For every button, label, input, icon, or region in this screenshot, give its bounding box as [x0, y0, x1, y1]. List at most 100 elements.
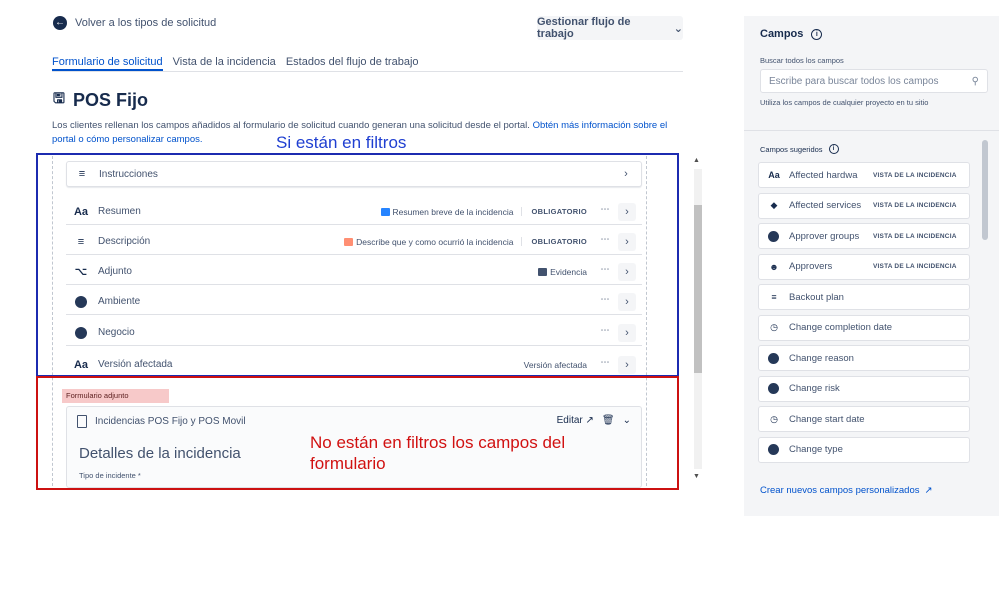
- search-label: Buscar todos los campos: [760, 56, 844, 65]
- suggested-field-change-completion-date[interactable]: ◷ Change completion date: [758, 314, 970, 341]
- more-icon[interactable]: ⋯: [595, 357, 615, 373]
- camera-emoji-icon: [538, 267, 548, 276]
- pencil-emoji-icon: [344, 237, 354, 246]
- tab-workflow-states[interactable]: Estados del flujo de trabajo: [286, 50, 419, 71]
- suggested-field-label: Change start date: [789, 413, 865, 425]
- field-hint: Describe que y como ocurrió la incidenci…: [344, 237, 513, 247]
- info-icon[interactable]: i: [828, 144, 839, 154]
- issue-view-tag: VISTA DE LA INCIDENCIA: [873, 202, 957, 209]
- panel-title: Campos i: [760, 28, 823, 40]
- suggested-title-text: Campos sugeridos: [760, 144, 823, 154]
- arrow-left-icon: ←: [53, 16, 67, 30]
- attached-form-name: Incidencias POS Fijo y POS Movil: [95, 416, 246, 427]
- suggested-field-affected-hardware[interactable]: Aa Affected hardwa VISTA DE LA INCIDENCI…: [758, 162, 970, 188]
- search-field[interactable]: ⚲: [760, 69, 988, 93]
- lines-icon: ≡: [771, 292, 777, 302]
- attached-form-actions: Editar ↗ 🗑 ⌄: [557, 415, 631, 426]
- attached-form-header: Incidencias POS Fijo y POS Movil: [77, 415, 246, 428]
- issue-view-tag: VISTA DE LA INCIDENCIA: [873, 171, 957, 179]
- tab-issue-view[interactable]: Vista de la incidencia: [173, 50, 276, 71]
- panel-divider: [744, 130, 999, 131]
- annotation-blue-note: Si están en filtros: [276, 133, 407, 152]
- suggested-field-approvers[interactable]: ☻ Approvers VISTA DE LA INCIDENCIA: [758, 253, 970, 280]
- attached-form-tag: Formulario adjunto: [62, 389, 169, 403]
- form-scrollbar[interactable]: ▲ ▼: [690, 155, 706, 485]
- suggested-field-change-start-date[interactable]: ◷ Change start date: [758, 406, 970, 432]
- suggested-field-affected-services[interactable]: ◆ Affected services VISTA DE LA INCIDENC…: [758, 192, 970, 219]
- info-icon[interactable]: i: [811, 28, 823, 40]
- field-label: Resumen: [98, 206, 141, 217]
- field-hint: Resumen breve de la incidencia: [380, 207, 513, 217]
- suggested-field-label: Approver groups: [789, 230, 860, 242]
- lines-icon: ≡: [78, 168, 86, 180]
- dropdown-icon: [768, 444, 779, 455]
- form-first-field-label: Tipo de incidente *: [79, 471, 141, 480]
- field-label: Negocio: [98, 327, 135, 338]
- required-badge: OBLIGATORIO: [521, 207, 587, 216]
- edit-label: Editar: [556, 415, 583, 426]
- search-input[interactable]: [769, 75, 959, 87]
- field-label: Adjunto: [98, 266, 132, 277]
- chevron-right-icon[interactable]: ›: [618, 355, 636, 374]
- dropdown-icon: [768, 383, 779, 394]
- annotation-red-note: No están en filtros los campos del formu…: [310, 433, 566, 473]
- more-icon[interactable]: ⋯: [595, 204, 615, 220]
- request-form-editor: ← Volver a los tipos de solicitud Gestio…: [0, 0, 720, 592]
- suggested-field-change-type[interactable]: Change type: [758, 436, 970, 463]
- field-row-negocio[interactable]: Negocio ⋯ ›: [66, 320, 642, 346]
- more-icon[interactable]: ⋯: [595, 325, 615, 341]
- suggested-field-change-reason[interactable]: Change reason: [758, 345, 970, 371]
- more-icon[interactable]: ⋯: [595, 234, 615, 250]
- field-hint: Evidencia: [538, 267, 587, 277]
- tab-request-form[interactable]: Formulario de solicitud: [52, 50, 163, 71]
- chevron-right-icon[interactable]: ›: [618, 202, 636, 221]
- more-icon[interactable]: ⋯: [595, 294, 615, 310]
- suggested-field-label: Backout plan: [789, 291, 844, 303]
- field-row-resumen[interactable]: Aa Resumen Resumen breve de la incidenci…: [66, 199, 642, 225]
- chevron-right-icon[interactable]: ›: [618, 323, 636, 342]
- field-label: Ambiente: [98, 296, 141, 307]
- suggested-field-backout-plan[interactable]: ≡ Backout plan: [758, 284, 970, 310]
- required-badge: OBLIGATORIO: [521, 237, 587, 246]
- back-link[interactable]: ← Volver a los tipos de solicitud: [53, 16, 216, 30]
- scroll-down-icon[interactable]: ▼: [693, 473, 700, 480]
- text-icon: Aa: [73, 205, 89, 218]
- external-link-icon: ↗: [585, 415, 594, 426]
- trash-icon[interactable]: 🗑: [602, 415, 615, 426]
- text-icon: Aa: [73, 358, 89, 371]
- manage-workflow-button[interactable]: Gestionar flujo de trabajo ⌄: [537, 16, 683, 40]
- description-text: Los clientes rellenan los campos añadido…: [52, 120, 530, 131]
- field-row-adjunto[interactable]: ⌥ Adjunto Evidencia ⋯ ›: [66, 259, 642, 285]
- dropdown-icon: [75, 326, 87, 339]
- scrollbar-thumb[interactable]: [694, 205, 702, 373]
- panel-scrollbar[interactable]: [982, 140, 988, 240]
- chevron-right-icon[interactable]: ›: [617, 165, 635, 183]
- suggested-field-label: Affected hardwa: [789, 169, 858, 181]
- suggested-field-label: Change completion date: [789, 322, 892, 333]
- edit-form-link[interactable]: Editar ↗: [557, 415, 594, 426]
- search-icon: ⚲: [971, 75, 979, 87]
- chevron-right-icon[interactable]: ›: [618, 232, 636, 251]
- chevron-right-icon[interactable]: ›: [618, 262, 636, 281]
- more-icon[interactable]: ⋯: [595, 264, 615, 280]
- field-row-instrucciones[interactable]: ≡ Instrucciones ›: [66, 161, 642, 187]
- field-hint-text: Describe que y como ocurrió la incidenci…: [356, 236, 514, 247]
- suggested-field-change-risk[interactable]: Change risk: [758, 375, 970, 402]
- search-help: Utiliza los campos de cualquier proyecto…: [760, 98, 929, 107]
- chevron-right-icon[interactable]: ›: [618, 292, 636, 311]
- chevron-down-icon[interactable]: ⌄: [623, 415, 631, 426]
- summary-emoji-icon: [380, 207, 390, 216]
- issue-view-tag: VISTA DE LA INCIDENCIA: [873, 263, 957, 270]
- field-row-version-afectada[interactable]: Aa Versión afectada Versión afectada ⋯ ›: [66, 352, 642, 378]
- fields-panel: Campos i Buscar todos los campos ⚲ Utili…: [744, 16, 999, 516]
- text-icon: Aa: [768, 170, 780, 180]
- clock-icon: ◷: [770, 322, 778, 332]
- suggested-field-approver-groups[interactable]: Approver groups VISTA DE LA INCIDENCIA: [758, 223, 970, 249]
- field-row-ambiente[interactable]: Ambiente ⋯ ›: [66, 289, 642, 315]
- scroll-up-icon[interactable]: ▲: [693, 157, 700, 164]
- create-custom-fields-link[interactable]: Crear nuevos campos personalizados ↗: [760, 485, 932, 496]
- field-row-descripcion[interactable]: ≡ Descripción Describe que y como ocurri…: [66, 229, 642, 255]
- issue-view-tag: VISTA DE LA INCIDENCIA: [873, 232, 957, 240]
- form-section-title: Detalles de la incidencia: [79, 445, 241, 462]
- manage-workflow-label: Gestionar flujo de trabajo: [537, 16, 631, 40]
